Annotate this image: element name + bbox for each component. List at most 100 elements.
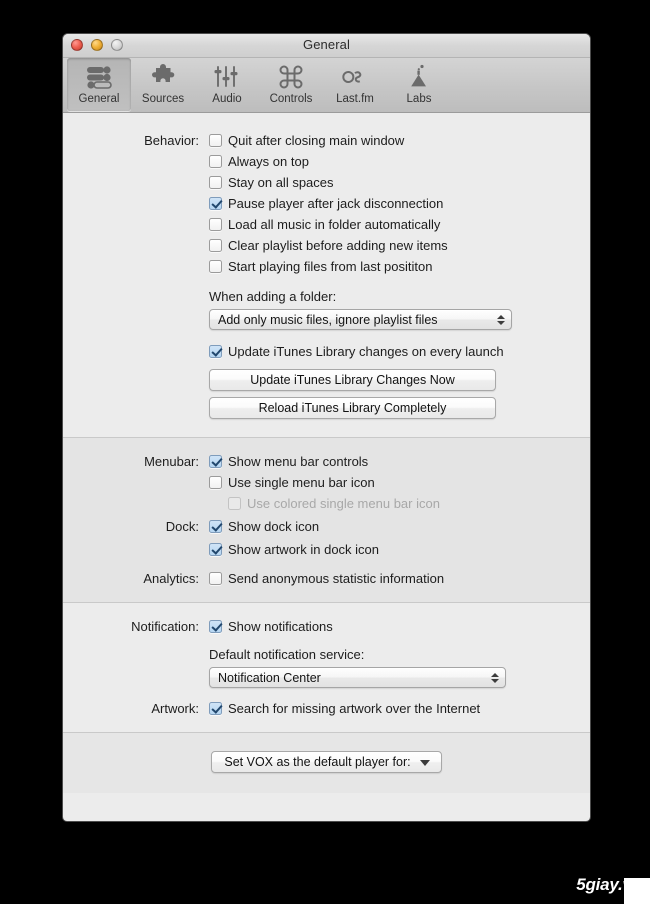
checkbox-box[interactable]	[209, 218, 222, 231]
checkbox-label: Update iTunes Library changes on every l…	[228, 344, 504, 359]
stepper-arrows-icon	[491, 672, 499, 683]
toolbar-item-general[interactable]: General	[67, 58, 131, 111]
preferences-window: General General Sources Audio Controls L…	[62, 33, 591, 822]
preferences-toolbar: General Sources Audio Controls Last.fm L…	[63, 58, 590, 113]
checkbox-label: Always on top	[228, 154, 309, 169]
checkbox-show-menu-bar-controls[interactable]: Show menu bar controls	[209, 452, 590, 471]
artwork-controls: Search for missing artwork over the Inte…	[209, 699, 590, 718]
toolbar-item-labs[interactable]: Labs	[387, 58, 451, 111]
checkbox-show-notifications[interactable]: Show notifications	[209, 617, 590, 636]
menubar-label: Menubar:	[144, 454, 199, 469]
checkbox-send-anonymous-statistics[interactable]: Send anonymous statistic information	[209, 569, 590, 588]
toolbar-label-lastfm: Last.fm	[336, 93, 374, 105]
notification-service-popup[interactable]: Notification Center	[209, 667, 506, 688]
window-title: General	[303, 37, 350, 52]
checkbox-label: Use colored single menu bar icon	[247, 496, 440, 511]
footer-button-wrap: Set VOX as the default player for:	[63, 751, 590, 773]
toolbar-label-audio: Audio	[212, 93, 242, 105]
checkbox-box[interactable]	[209, 702, 222, 715]
toolbar-item-controls[interactable]: Controls	[259, 58, 323, 111]
set-default-player-label: Set VOX as the default player for:	[224, 755, 411, 769]
checkbox-label: Search for missing artwork over the Inte…	[228, 701, 481, 716]
update-itunes-library-button[interactable]: Update iTunes Library Changes Now	[209, 369, 496, 391]
checkbox-box[interactable]	[209, 620, 222, 633]
analytics-label: Analytics:	[143, 571, 199, 586]
checkbox-pause-after-jack-disconnect[interactable]: Pause player after jack disconnection	[209, 194, 590, 213]
analytics-row: Analytics: Send anonymous statistic info…	[63, 569, 590, 588]
checkbox-label: Start playing files from last posititon	[228, 259, 433, 274]
toolbar-item-sources[interactable]: Sources	[131, 58, 195, 111]
checkbox-start-from-last-position[interactable]: Start playing files from last posititon	[209, 257, 590, 276]
behavior-row: Behavior: Quit after closing main window…	[63, 131, 590, 419]
checkbox-box[interactable]	[209, 572, 222, 585]
folder-mode-popup[interactable]: Add only music files, ignore playlist fi…	[209, 309, 512, 330]
notification-row: Notification: Show notifications Default…	[63, 617, 590, 688]
checkbox-label: Show menu bar controls	[228, 454, 369, 469]
toolbar-item-lastfm[interactable]: Last.fm	[323, 58, 387, 111]
folder-heading: When adding a folder:	[209, 289, 337, 304]
dock-row: Dock: Show dock icon Show artwork in doc…	[63, 517, 590, 561]
checkbox-label: Use single menu bar icon	[228, 475, 375, 490]
checkbox-update-itunes-on-launch[interactable]: Update iTunes Library changes on every l…	[209, 342, 590, 361]
toolbar-label-general: General	[78, 93, 120, 105]
menubar-controls: Show menu bar controls Use single menu b…	[209, 452, 590, 515]
notification-service-popup-value: Notification Center	[218, 670, 321, 685]
checkbox-show-dock-icon[interactable]: Show dock icon	[209, 517, 590, 536]
toolbar-label-controls: Controls	[269, 93, 313, 105]
window-titlebar[interactable]: General	[63, 34, 590, 58]
checkbox-label: Stay on all spaces	[228, 175, 334, 190]
flask-icon	[405, 62, 433, 92]
checkbox-load-all-music[interactable]: Load all music in folder automatically	[209, 215, 590, 234]
folder-mode-popup-value: Add only music files, ignore playlist fi…	[218, 312, 438, 327]
toolbar-label-labs: Labs	[406, 93, 432, 105]
menubar-dock-analytics-section: Menubar: Show menu bar controls Use sing…	[63, 437, 590, 602]
checkbox-stay-on-all-spaces[interactable]: Stay on all spaces	[209, 173, 590, 192]
checkbox-label: Quit after closing main window	[228, 133, 405, 148]
checkbox-use-colored-single-menu-bar-icon: Use colored single menu bar icon	[228, 494, 590, 513]
checkbox-box[interactable]	[209, 197, 222, 210]
sliders-icon	[85, 62, 113, 92]
checkbox-label: Show artwork in dock icon	[228, 542, 380, 557]
toolbar-item-audio[interactable]: Audio	[195, 58, 259, 111]
set-default-player-pulldown[interactable]: Set VOX as the default player for:	[211, 751, 442, 773]
chevron-down-icon	[419, 760, 430, 766]
screenshot-root: General General Sources Audio Controls L…	[0, 0, 650, 904]
notification-controls: Show notifications Default notification …	[209, 617, 590, 688]
checkbox-box[interactable]	[209, 155, 222, 168]
command-icon	[277, 62, 305, 92]
checkbox-search-missing-artwork[interactable]: Search for missing artwork over the Inte…	[209, 699, 590, 718]
notification-service-heading: Default notification service:	[209, 647, 365, 662]
checkbox-label: Pause player after jack disconnection	[228, 196, 444, 211]
checkbox-box[interactable]	[209, 239, 222, 252]
checkbox-box[interactable]	[209, 520, 222, 533]
artwork-label: Artwork:	[151, 701, 199, 716]
reload-itunes-library-button-label: Reload iTunes Library Completely	[258, 401, 447, 415]
notification-artwork-section: Notification: Show notifications Default…	[63, 602, 590, 732]
checkbox-box[interactable]	[209, 176, 222, 189]
lastfm-icon	[339, 62, 371, 92]
stepper-arrows-icon	[497, 314, 505, 325]
checkbox-box	[228, 497, 241, 510]
reload-itunes-library-button[interactable]: Reload iTunes Library Completely	[209, 397, 496, 419]
checkbox-show-artwork-in-dock-icon[interactable]: Show artwork in dock icon	[209, 540, 590, 559]
checkbox-quit-after-closing[interactable]: Quit after closing main window	[209, 131, 590, 150]
checkbox-box[interactable]	[209, 134, 222, 147]
dock-label: Dock:	[165, 519, 199, 534]
checkbox-box[interactable]	[209, 543, 222, 556]
checkbox-label: Clear playlist before adding new items	[228, 238, 448, 253]
checkbox-clear-playlist[interactable]: Clear playlist before adding new items	[209, 236, 590, 255]
checkbox-always-on-top[interactable]: Always on top	[209, 152, 590, 171]
checkbox-box[interactable]	[209, 345, 222, 358]
behavior-controls: Quit after closing main window Always on…	[209, 131, 590, 419]
checkbox-box[interactable]	[209, 455, 222, 468]
checkbox-use-single-menu-bar-icon[interactable]: Use single menu bar icon	[209, 473, 590, 492]
puzzle-icon	[149, 62, 177, 92]
checkbox-box[interactable]	[209, 476, 222, 489]
artwork-row: Artwork: Search for missing artwork over…	[63, 699, 590, 718]
checkbox-box[interactable]	[209, 260, 222, 273]
checkbox-label: Show notifications	[228, 619, 333, 634]
equalizer-icon	[213, 62, 241, 92]
footer-section: Set VOX as the default player for:	[63, 732, 590, 793]
site-watermark: 5giay.vn	[576, 875, 642, 894]
analytics-controls: Send anonymous statistic information	[209, 569, 590, 588]
